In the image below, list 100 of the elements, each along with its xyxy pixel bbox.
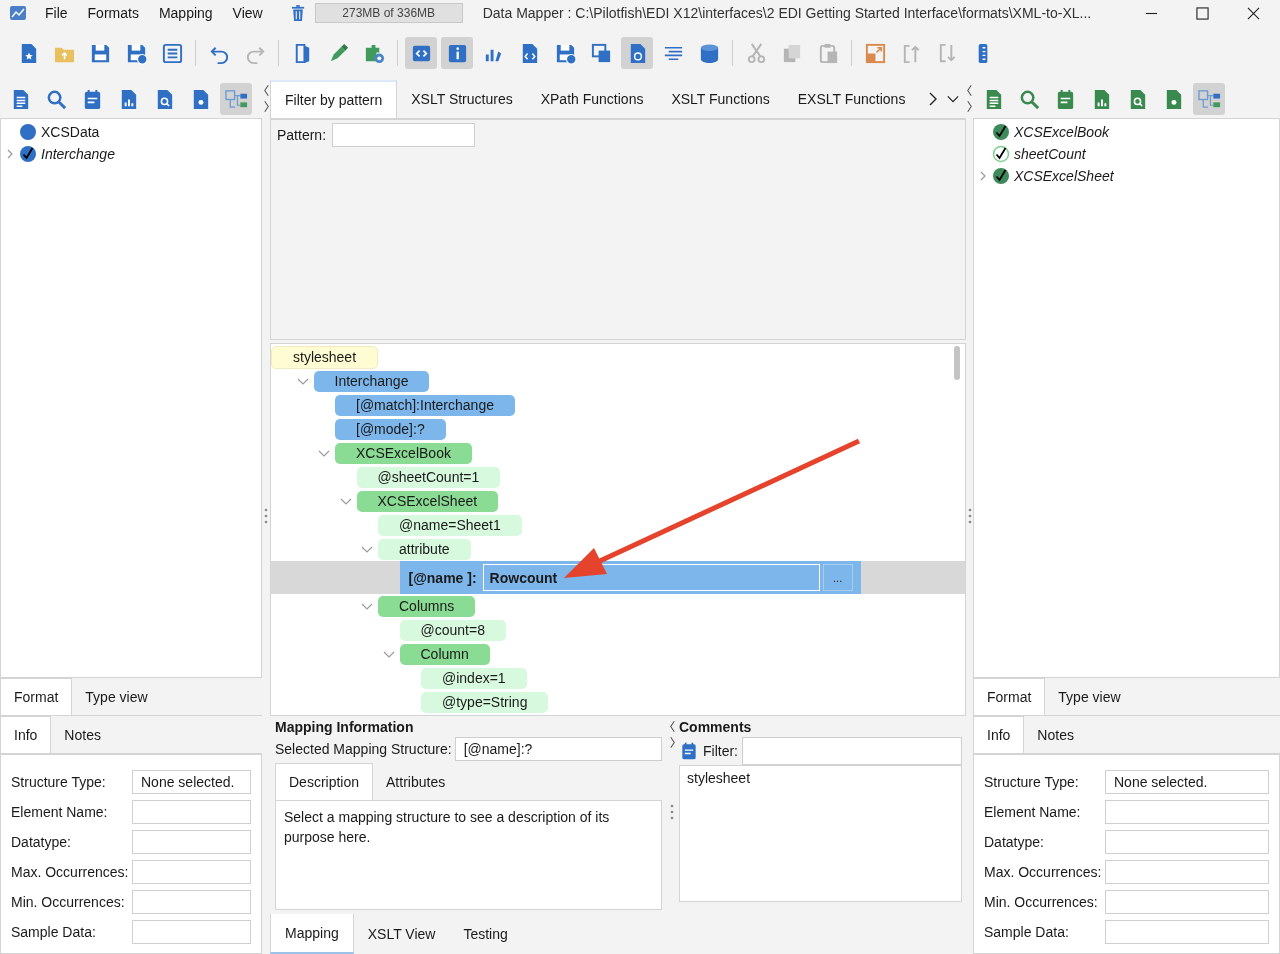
expand-right-icon[interactable] [668, 736, 676, 749]
tab[interactable]: Type view [72, 678, 161, 715]
section-title: Comments [679, 719, 753, 735]
mapping-node[interactable]: stylesheet [271, 345, 379, 369]
tree-item[interactable]: sheetCount [1014, 146, 1086, 162]
mapping-node[interactable]: Columns [378, 595, 476, 617]
mapping-node[interactable]: XCSExcelBook [335, 442, 472, 464]
resize-icon [863, 41, 887, 65]
menu-item[interactable]: Mapping [158, 5, 213, 21]
form-field[interactable]: None selected. [132, 770, 251, 794]
description-text: Select a mapping structure to see a description of its purpose here. [284, 808, 611, 847]
check-circle-icon [992, 123, 1010, 141]
menu-item[interactable]: Formats [87, 5, 139, 21]
mapping-node[interactable]: @sheetCount=1 [356, 466, 501, 488]
browse-button[interactable]: ... [822, 564, 853, 591]
mapping-node[interactable]: XCSExcelSheet [356, 490, 499, 512]
circle-icon [19, 123, 37, 141]
collapse-left-icon[interactable] [262, 84, 270, 97]
mapping-node[interactable]: @index=1 [421, 667, 527, 689]
form-field[interactable] [1105, 890, 1269, 914]
mapping-node[interactable]: Column [399, 643, 490, 665]
menu-item[interactable]: View [232, 5, 263, 21]
tree-layout-icon [1197, 87, 1221, 111]
tab[interactable]: Testing [449, 914, 522, 954]
field-label: Sample Data: [11, 924, 97, 940]
tab[interactable]: Info [973, 716, 1025, 753]
menu-item[interactable]: File [45, 5, 68, 21]
selected-row[interactable]: [@name ]: Rowcount ... [271, 561, 965, 594]
tab[interactable]: Notes [51, 716, 114, 753]
pattern-field[interactable] [332, 123, 476, 147]
field-label: Datatype: [984, 834, 1045, 850]
field-label: Element Name: [11, 804, 109, 820]
memory-indicator: 273MB of 336MB [314, 3, 463, 23]
field-label: Max. Occurrences: [11, 864, 130, 880]
check-at-icon [992, 145, 1010, 163]
form-field[interactable] [132, 890, 251, 914]
tab[interactable]: XSLT View [353, 914, 450, 954]
form-field[interactable] [132, 860, 251, 884]
form-field[interactable] [132, 800, 251, 824]
toolbar-button[interactable] [405, 37, 437, 69]
form-field[interactable] [1105, 860, 1269, 884]
tab[interactable]: Description [275, 763, 374, 800]
mapping-node[interactable]: @type=String [421, 691, 549, 713]
comment-item[interactable]: stylesheet [687, 770, 954, 786]
form-field[interactable]: None selected. [1105, 770, 1269, 794]
collapse-left-icon[interactable] [668, 720, 676, 733]
grip-icon[interactable] [670, 804, 674, 820]
grip-icon[interactable] [264, 508, 268, 524]
structure-field[interactable]: [@name]:? [454, 737, 662, 761]
form-field[interactable] [132, 920, 251, 944]
collapse-left-icon[interactable] [966, 84, 973, 97]
field-label: Structure Type: [984, 774, 1080, 790]
mapping-node[interactable]: attribute [378, 538, 471, 560]
tab[interactable]: Attributes [373, 763, 459, 800]
tab[interactable]: Info [0, 716, 52, 753]
tab[interactable]: Filter by pattern [270, 80, 398, 118]
tab[interactable]: Mapping [270, 914, 354, 954]
tab[interactable]: EXSLT Functions [783, 80, 920, 118]
form-field[interactable] [1105, 800, 1269, 824]
form-field[interactable] [1105, 830, 1269, 854]
filter-field[interactable] [742, 737, 962, 765]
mapping-node[interactable]: @count=8 [399, 619, 506, 641]
windows-icon [589, 41, 613, 65]
expand-right-icon[interactable] [966, 100, 973, 113]
grip-icon[interactable] [967, 508, 972, 524]
field-label: Structure Type: [11, 774, 107, 790]
tab[interactable]: Notes [1024, 716, 1087, 753]
tab[interactable]: Format [0, 678, 73, 715]
toolbar-button[interactable] [621, 37, 653, 69]
panel-tool-button[interactable] [220, 83, 252, 115]
field-label: Datatype: [11, 834, 72, 850]
tab[interactable]: XPath Functions [526, 80, 658, 118]
close-icon[interactable] [1247, 6, 1260, 20]
editor-label: [@name ]: [408, 569, 477, 586]
form-field[interactable] [132, 830, 251, 854]
expand-right-icon[interactable] [262, 100, 270, 113]
mapping-node[interactable]: [@match]:Interchange [335, 394, 515, 416]
tab[interactable]: Format [973, 678, 1046, 715]
mapping-node[interactable]: [@mode]:? [335, 418, 446, 440]
tree-item[interactable]: XCSExcelSheet [1014, 168, 1114, 184]
mapping-node[interactable]: Interchange [313, 370, 430, 392]
field-label: Sample Data: [984, 924, 1070, 940]
maximize-icon[interactable] [1196, 6, 1209, 20]
tab[interactable]: Type view [1045, 678, 1134, 715]
field-label: Min. Occurrences: [984, 894, 1099, 910]
tab[interactable]: XSLT Structures [397, 80, 527, 118]
check-circle-icon [992, 167, 1010, 185]
form-field[interactable] [1105, 920, 1269, 944]
field-label: Min. Occurrences: [11, 894, 126, 910]
mapping-node[interactable]: @name=Sheet1 [378, 514, 522, 536]
tab[interactable]: XSLT Functions [657, 80, 784, 118]
scrollbar-thumb[interactable] [954, 346, 960, 380]
value-field[interactable]: Rowcount [482, 564, 820, 591]
tree-item[interactable]: XCSExcelBook [1014, 124, 1109, 140]
tree-item[interactable]: Interchange [41, 146, 115, 162]
panel-tool-button[interactable] [1193, 83, 1225, 115]
section-title: Mapping Information [275, 719, 415, 735]
toolbar-button[interactable] [441, 37, 473, 69]
tree-item[interactable]: XCSData [41, 124, 100, 140]
trash-icon[interactable] [290, 5, 305, 21]
